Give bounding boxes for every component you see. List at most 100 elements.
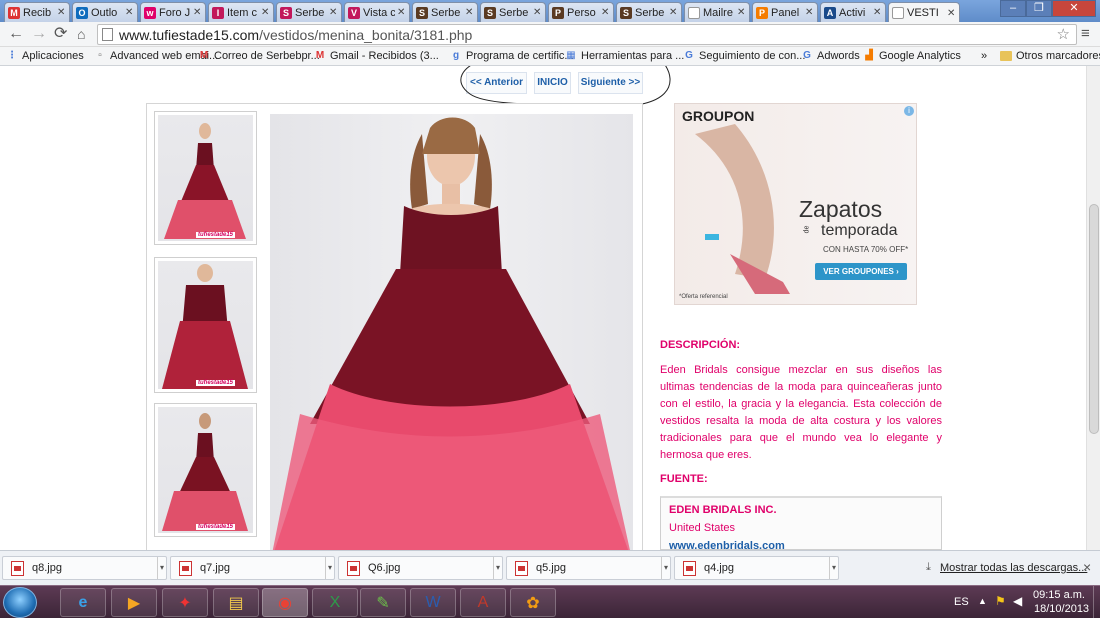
taskbar-media-player-icon[interactable]: ▶	[111, 588, 157, 617]
browser-tab[interactable]: VESTI ✕	[888, 2, 960, 23]
bookmark-item[interactable]: g Programa de certific...	[450, 50, 574, 62]
back-arrow-icon[interactable]: ←	[8, 24, 24, 44]
main-product-image[interactable]	[270, 114, 633, 550]
source-url-link[interactable]: www.edenbridals.com	[669, 537, 933, 550]
tab-close-icon[interactable]: ✕	[601, 7, 610, 18]
tab-close-icon[interactable]: ✕	[947, 8, 956, 19]
maximize-button[interactable]: ❐	[1026, 0, 1052, 17]
bookmark-item[interactable]: ▦ Herramientas para ...	[565, 50, 684, 62]
ad-info-icon[interactable]: i	[904, 106, 914, 116]
download-item[interactable]: q4.jpg ▾	[674, 556, 839, 580]
bookmark-item[interactable]: ▟ Google Analytics	[863, 50, 961, 62]
tab-close-icon[interactable]: ✕	[533, 7, 542, 18]
download-menu-arrow-icon[interactable]: ▾	[325, 557, 334, 579]
tab-close-icon[interactable]: ✕	[193, 7, 202, 18]
clock-date[interactable]: 18/10/2013	[1034, 603, 1089, 615]
tab-close-icon[interactable]: ✕	[669, 7, 678, 18]
browser-tab[interactable]: M Recib ✕	[4, 2, 70, 22]
activity-icon: A	[824, 6, 836, 19]
gmail-icon: M	[8, 6, 20, 19]
taskbar-chrome-icon[interactable]: ◉	[262, 588, 308, 617]
other-bookmarks-folder[interactable]: Otros marcadores	[1000, 50, 1100, 62]
taskbar-app-icon[interactable]: ✎	[360, 588, 406, 617]
groupon-ad[interactable]: GROUPON Zapatos de temporada CON HASTA 7…	[674, 103, 917, 305]
language-indicator[interactable]: ES	[954, 596, 969, 608]
close-downloads-button[interactable]: ×	[1083, 559, 1091, 575]
thumbnail-1[interactable]: tufiestade15	[154, 111, 257, 245]
tab-close-icon[interactable]: ✕	[329, 7, 338, 18]
ad-cta-button[interactable]: VER GROUPONES ›	[815, 263, 907, 280]
browser-tab[interactable]: S Serbe ✕	[276, 2, 342, 22]
bookmark-item[interactable]: M Gmail - Recibidos (3...	[314, 50, 439, 62]
description-text: Eden Bridals consigue mezclar en sus dis…	[660, 364, 942, 461]
bookmark-item[interactable]: ⋮ Aplicaciones	[6, 50, 84, 62]
taskbar-app-icon[interactable]: ✦	[162, 588, 208, 617]
taskbar-internet-explorer-icon[interactable]: e	[60, 588, 106, 617]
browser-tab[interactable]: I Item c ✕	[208, 2, 274, 22]
bookmark-label: Aplicaciones	[22, 50, 84, 62]
taskbar-access-icon[interactable]: A	[460, 588, 506, 617]
browser-tab[interactable]: w Foro J ✕	[140, 2, 206, 22]
tray-volume-icon[interactable]: ◀	[1013, 594, 1022, 608]
taskbar-paint-icon[interactable]: ✿	[510, 588, 556, 617]
analytics-icon: ▟	[865, 50, 873, 61]
browser-tab[interactable]: S Serbe ✕	[616, 2, 682, 22]
browser-tab[interactable]: P Perso ✕	[548, 2, 614, 22]
browser-tab[interactable]: O Outlo ✕	[72, 2, 138, 22]
tab-close-icon[interactable]: ✕	[397, 7, 406, 18]
download-item[interactable]: q7.jpg ▾	[170, 556, 335, 580]
browser-tab[interactable]: Mailre ✕	[684, 2, 750, 22]
browser-tab[interactable]: S Serbe ✕	[480, 2, 546, 22]
home-icon[interactable]: ⌂	[77, 24, 85, 44]
taskbar-explorer-icon[interactable]: ▤	[213, 588, 259, 617]
show-desktop-button[interactable]	[1093, 586, 1100, 619]
tab-close-icon[interactable]: ✕	[261, 7, 270, 18]
download-menu-arrow-icon[interactable]: ▾	[829, 557, 838, 579]
reload-icon[interactable]: ⟳	[54, 24, 67, 44]
page-scrollbar[interactable]	[1086, 66, 1100, 550]
bookmarks-more-button[interactable]: »	[981, 50, 987, 62]
browser-tab[interactable]: S Serbe ✕	[412, 2, 478, 22]
show-all-downloads-link[interactable]: Mostrar todas las descargas...	[940, 562, 1087, 574]
taskbar-word-icon[interactable]: W	[410, 588, 456, 617]
taskbar-excel-icon[interactable]: X	[312, 588, 358, 617]
download-item[interactable]: q8.jpg ▾	[2, 556, 167, 580]
forward-arrow-icon[interactable]: →	[31, 24, 47, 44]
download-item[interactable]: Q6.jpg ▾	[338, 556, 503, 580]
download-menu-arrow-icon[interactable]: ▾	[157, 557, 166, 579]
tab-close-icon[interactable]: ✕	[57, 7, 66, 18]
tab-close-icon[interactable]: ✕	[805, 7, 814, 18]
bookmark-star-icon[interactable]: ☆	[1057, 25, 1070, 43]
tray-arrow-icon[interactable]: ▲	[978, 596, 987, 606]
download-item[interactable]: q5.jpg ▾	[506, 556, 671, 580]
bookmark-label: Google Analytics	[879, 50, 961, 62]
tab-close-icon[interactable]: ✕	[737, 7, 746, 18]
source-company: EDEN BRIDALS INC.	[669, 504, 777, 516]
url-path: /vestidos/menina_bonita/3181.php	[259, 27, 473, 43]
page-icon	[892, 7, 904, 19]
browser-tab[interactable]: V Vista c ✕	[344, 2, 410, 22]
url-text[interactable]: www.tufiestade15.com/vestidos/menina_bon…	[119, 27, 472, 43]
close-window-button[interactable]: ✕	[1052, 0, 1096, 17]
tab-close-icon[interactable]: ✕	[465, 7, 474, 18]
browser-tab[interactable]: A Activi ✕	[820, 2, 886, 22]
start-button[interactable]	[3, 587, 37, 618]
minimize-button[interactable]: –	[1000, 0, 1026, 17]
tab-close-icon[interactable]: ✕	[873, 7, 882, 18]
image-file-icon	[515, 560, 528, 576]
thumbnail-3[interactable]: tufiestade15	[154, 403, 257, 537]
bookmark-item[interactable]: G Adwords	[801, 50, 860, 62]
bookmark-item[interactable]: G Seguimiento de con...	[683, 50, 805, 62]
tab-close-icon[interactable]: ✕	[125, 7, 134, 18]
thumbnail-2[interactable]: tufiestade15	[154, 257, 257, 393]
tray-network-icon[interactable]: ⚑	[995, 594, 1006, 608]
thumbnail-watermark: tufiestade15	[196, 524, 236, 530]
menu-icon[interactable]: ≡	[1081, 24, 1090, 44]
download-menu-arrow-icon[interactable]: ▾	[661, 557, 670, 579]
scrollbar-thumb[interactable]	[1089, 204, 1099, 434]
bookmark-item[interactable]: M Correo de Serbebpr...	[198, 50, 320, 62]
clock-time[interactable]: 09:15 a.m.	[1033, 589, 1085, 601]
address-bar[interactable]: www.tufiestade15.com/vestidos/menina_bon…	[97, 24, 1077, 45]
download-menu-arrow-icon[interactable]: ▾	[493, 557, 502, 579]
browser-tab[interactable]: P Panel ✕	[752, 2, 818, 22]
